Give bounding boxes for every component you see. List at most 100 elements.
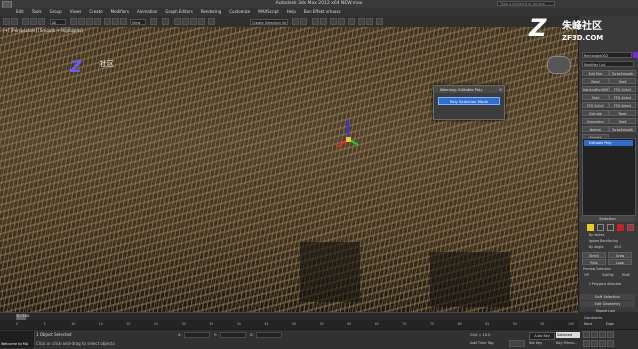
viewcube-home-icon[interactable] xyxy=(547,56,571,74)
field-of-view-icon[interactable] xyxy=(583,340,590,347)
angle-snap-icon[interactable] xyxy=(182,18,189,25)
modifier-button[interactable]: FFD 4x4x4 xyxy=(609,94,636,100)
edge-mode-icon[interactable] xyxy=(597,224,604,231)
maximize-viewport-icon[interactable] xyxy=(607,340,614,347)
rectangular-selection-icon[interactable] xyxy=(86,18,93,25)
modifier-button[interactable]: TurboSmooth xyxy=(609,126,636,132)
poly-selection-mode-button[interactable]: Poly Selection Mode xyxy=(438,97,500,105)
zoom-icon[interactable] xyxy=(583,331,590,338)
polygon-mode-icon[interactable] xyxy=(617,224,624,231)
undo-icon[interactable] xyxy=(3,18,10,25)
maxscript-listener[interactable]: Welcome to MA xyxy=(0,331,35,348)
selection-filter-dropdown[interactable]: All xyxy=(50,19,66,25)
loop-button[interactable]: Loop xyxy=(608,259,632,265)
render-setup-icon[interactable] xyxy=(358,18,365,25)
modifier-button[interactable]: FFD Select xyxy=(609,102,636,108)
track-bar[interactable]: 0 5 10 15 20 25 30 35 40 45 50 55 60 65 70 75 80 85 90 95 10… xyxy=(0,320,578,329)
window-crossing-icon[interactable] xyxy=(94,18,101,25)
curve-editor-icon[interactable] xyxy=(330,18,337,25)
repeat-last-button[interactable]: Repeat Last xyxy=(596,309,615,313)
menu-item[interactable]: Graph Editors xyxy=(161,8,196,16)
modifier-button[interactable]: Shell xyxy=(582,94,609,100)
border-mode-icon[interactable] xyxy=(607,224,614,231)
menu-item[interactable]: Animation xyxy=(133,8,161,16)
modifier-button[interactable]: Extrude xyxy=(582,110,609,116)
modifier-list-dropdown[interactable]: Modifier List xyxy=(582,61,634,67)
select-object-icon[interactable] xyxy=(70,18,77,25)
material-editor-icon[interactable] xyxy=(348,18,355,25)
modifier-button[interactable]: Shell xyxy=(609,78,636,84)
menu-item[interactable]: Rendering xyxy=(197,8,225,16)
bind-space-warp-icon[interactable] xyxy=(38,18,45,25)
modifier-button[interactable]: Symmetry xyxy=(582,118,609,124)
menu-item[interactable]: Group xyxy=(46,8,66,16)
spinner-snap-icon[interactable] xyxy=(198,18,205,25)
edit-named-selection-icon[interactable] xyxy=(208,18,215,25)
zoom-extents-all-icon[interactable] xyxy=(607,331,614,338)
object-color-swatch[interactable] xyxy=(633,52,638,58)
preview-subobj-radio[interactable]: SubObj xyxy=(602,273,614,277)
by-angle-value[interactable]: 45.0 xyxy=(614,245,621,249)
select-manipulate-icon[interactable] xyxy=(162,18,169,25)
schematic-view-icon[interactable] xyxy=(338,18,345,25)
object-name-field[interactable]: Rectangle002 xyxy=(582,52,632,58)
key-selection-dropdown[interactable]: Selected xyxy=(556,332,580,338)
modifier-button[interactable]: FFD 2x2x2 xyxy=(582,102,609,108)
modifier-button[interactable]: FFD 3x3x3 xyxy=(609,86,636,92)
pan-icon[interactable] xyxy=(591,340,598,347)
add-time-tag[interactable]: Add Time Tag xyxy=(470,341,494,345)
soft-selection-rollout[interactable]: Soft Selection xyxy=(580,294,635,300)
ring-button[interactable]: Ring xyxy=(582,259,606,265)
rotate-icon[interactable] xyxy=(112,18,119,25)
menu-item[interactable]: Bon Effekt vrtuoss xyxy=(300,8,345,16)
grow-button[interactable]: Grow xyxy=(608,252,632,258)
element-mode-icon[interactable] xyxy=(627,224,634,231)
modifier-button[interactable]: HairAndFur(WSM) xyxy=(582,86,609,92)
by-vertex-checkbox[interactable]: By Vertex xyxy=(589,233,604,237)
edit-geometry-rollout[interactable]: Edit Geometry xyxy=(580,301,635,307)
stack-item-editable-poly[interactable]: Editable Poly xyxy=(584,140,633,146)
x-coordinate-field[interactable] xyxy=(184,332,210,338)
modifier-button[interactable]: Normal xyxy=(582,126,609,132)
named-selection-dropdown[interactable]: Create Selection Se xyxy=(250,19,288,25)
set-key-button[interactable] xyxy=(509,340,525,347)
key-filters-button[interactable]: Key Filters... xyxy=(556,341,577,345)
z-coordinate-field[interactable] xyxy=(256,332,282,338)
help-search-input[interactable]: Type a keyword or phrase xyxy=(497,1,555,6)
select-link-icon[interactable] xyxy=(22,18,29,25)
rendered-frame-window-icon[interactable] xyxy=(366,18,373,25)
modifier-button[interactable]: TurboSmooth xyxy=(609,70,636,76)
render-production-icon[interactable] xyxy=(376,18,383,25)
preview-off-radio[interactable]: Off xyxy=(584,273,589,277)
constraint-edge-radio[interactable]: Edge xyxy=(606,322,614,326)
select-by-name-icon[interactable] xyxy=(78,18,85,25)
modifier-button[interactable]: Edit Poly xyxy=(582,70,609,76)
percent-snap-icon[interactable] xyxy=(190,18,197,25)
modifier-button[interactable]: Shell xyxy=(609,118,636,124)
menu-item[interactable]: Help xyxy=(283,8,300,16)
redo-icon[interactable] xyxy=(11,18,18,25)
vertex-mode-icon[interactable] xyxy=(587,224,594,231)
reference-coord-dropdown[interactable]: View xyxy=(130,19,146,25)
constraint-none-radio[interactable]: None xyxy=(584,322,592,326)
scale-icon[interactable] xyxy=(120,18,127,25)
layer-manager-icon[interactable] xyxy=(312,18,319,25)
move-icon[interactable] xyxy=(104,18,111,25)
menu-item[interactable]: Edit xyxy=(12,8,28,16)
selection-rollout-title[interactable]: Selection xyxy=(580,216,635,222)
viewport-label[interactable]: [+] [Perspective] [Smooth + Highlights] xyxy=(3,28,83,33)
menu-item[interactable]: Tools xyxy=(28,8,46,16)
close-icon[interactable]: × xyxy=(498,87,503,92)
unlink-icon[interactable] xyxy=(30,18,37,25)
by-angle-checkbox[interactable]: By Angle: xyxy=(589,245,604,249)
menu-item[interactable]: Views xyxy=(66,8,86,16)
snaps-toggle-icon[interactable] xyxy=(174,18,181,25)
preview-multi-radio[interactable]: Multi xyxy=(622,273,630,277)
zoom-extents-icon[interactable] xyxy=(599,331,606,338)
shrink-button[interactable]: Shrink xyxy=(582,252,606,258)
align-icon[interactable] xyxy=(300,18,307,25)
orbit-icon[interactable] xyxy=(599,340,606,347)
ignore-backfacing-checkbox[interactable]: Ignore Backfacing xyxy=(589,239,618,243)
menu-item[interactable]: MAXScript xyxy=(254,8,283,16)
transform-gizmo-icon[interactable] xyxy=(336,117,360,157)
